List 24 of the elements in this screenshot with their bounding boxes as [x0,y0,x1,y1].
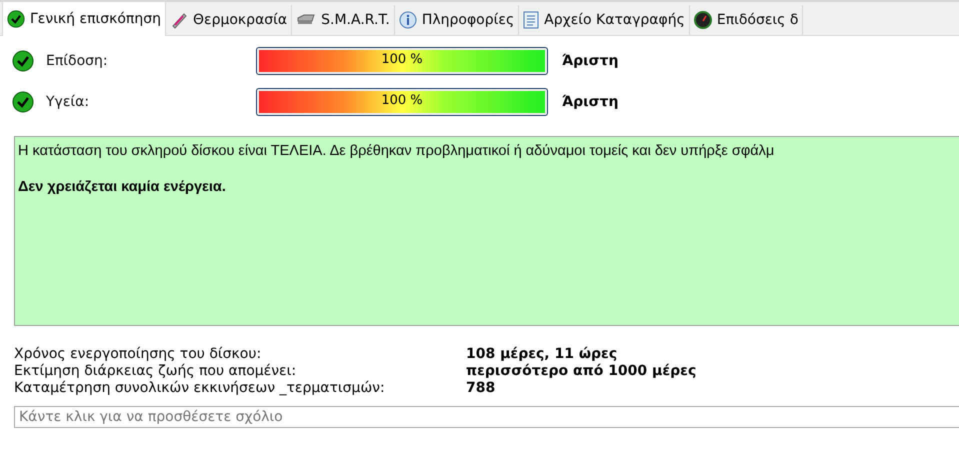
meter-label: Υγεία: [46,94,90,110]
detail-value: περισσότερο από 1000 μέρες [466,363,698,379]
detail-label: Καταμέτρηση συνολικών εκκινήσεων _τερματισμών: [14,380,386,396]
action-message: Δεν χρειάζεται καμία ενέργεια. [18,179,227,195]
meter-label: Επίδοση: [46,53,109,69]
drive-icon [296,13,316,27]
check-icon [12,50,34,72]
comment-field[interactable]: Κάντε κλικ για να προσθέσετε σχόλιο [14,406,959,428]
rating-text: Άριστη [562,94,618,110]
detail-label: Εκτίμηση διάρκειας ζωής που απομένει: [14,363,298,379]
meter-reading: 100 % [380,93,424,108]
gauge-icon [694,11,712,29]
thermometer-icon [170,11,188,29]
detail-value: 108 μέρες, 11 ώρες [466,346,618,362]
check-icon [12,91,34,113]
tab[interactable]: Γενική επισκόπηση [2,2,166,36]
detail-value: 788 [466,380,496,396]
status-message: Η κατάσταση του σκληρού δίσκου είναι ΤΕΛΕΙΑ. Δε βρέθηκαν προβληματικοί ή αδύναμοι τομείς και δεν υπήρξε σφάλμ [18,143,776,159]
info-icon [398,11,417,29]
check-icon [7,10,25,28]
rating-text: Άριστη [562,53,618,69]
detail-label: Χρόνος ενεργοποίησης του δίσκου: [14,346,262,362]
meter-reading: 100 % [380,52,424,67]
document-icon [523,11,540,29]
